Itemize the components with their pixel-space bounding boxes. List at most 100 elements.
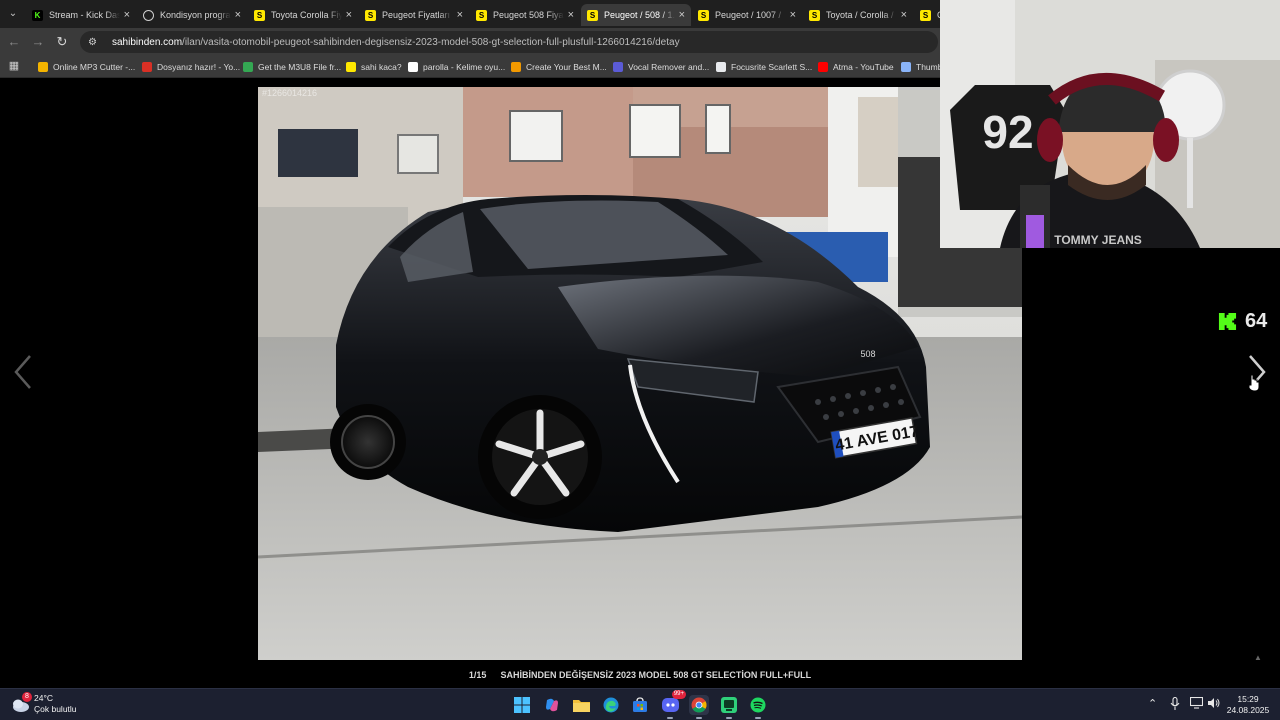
bookmark-favicon-icon: [243, 62, 253, 72]
tray-overflow-icon[interactable]: ⌃: [1148, 697, 1157, 710]
close-tab-icon[interactable]: ×: [457, 9, 463, 21]
sahibinden-icon: S: [809, 9, 820, 21]
tab-title: Toyota Corolla Fiyatları: [271, 10, 342, 20]
tab-title: Peugeot Fiyatları: [382, 10, 451, 20]
browser-tab[interactable]: S Toyota Corolla Fiyatları ×: [248, 4, 358, 26]
close-tab-icon[interactable]: ×: [346, 9, 352, 21]
scroll-up-icon[interactable]: ▲: [1254, 653, 1262, 662]
file-explorer-icon[interactable]: [571, 695, 591, 715]
bookmark-favicon-icon: [613, 62, 623, 72]
tab-search-button[interactable]: ⌄: [4, 5, 22, 23]
bookmark-label: Atma - YouTube: [833, 62, 894, 72]
listing-title: SAHİBİNDEN DEĞİŞENSİZ 2023 MODEL 508 GT …: [500, 670, 812, 680]
tab-title: Toyota / Corolla /: [826, 10, 894, 20]
url-host: sahibinden.com: [112, 36, 183, 48]
apps-grid-icon[interactable]: ▦: [8, 60, 20, 72]
browser-tab[interactable]: K Stream - Kick Dashboard ×: [26, 4, 136, 26]
bookmark-favicon-icon: [346, 62, 356, 72]
browser-tab[interactable]: Kondisyon programı ×: [137, 4, 247, 26]
bookmark-label: Focusrite Scarlett S...: [731, 62, 813, 72]
browser-toolbar: ← → ↻ ⚙ sahibinden.com/ilan/vasita-otomo…: [0, 28, 940, 56]
close-tab-icon[interactable]: ×: [679, 9, 685, 21]
bookmark-item[interactable]: Create Your Best M...: [511, 60, 607, 74]
system-clock[interactable]: 15:29 24.08.2025: [1222, 694, 1274, 716]
streamer-webcam-image: 92 TOMMY JEANS: [940, 0, 1280, 248]
back-button[interactable]: ←: [6, 34, 22, 50]
windows-start-icon[interactable]: [512, 695, 532, 715]
reload-button[interactable]: ↻: [54, 34, 70, 50]
bookmark-label: parolla - Kelime oyu...: [423, 62, 506, 72]
bookmark-item[interactable]: Vocal Remover and...: [613, 60, 709, 74]
sahibinden-icon: S: [254, 9, 265, 21]
viewer-count: 64: [1245, 309, 1268, 332]
close-tab-icon[interactable]: ×: [235, 9, 241, 21]
bookmark-item[interactable]: Online MP3 Cutter -...: [38, 60, 135, 74]
bookmark-item[interactable]: Thumb: [901, 60, 942, 74]
bookmark-favicon-icon: [38, 62, 48, 72]
discord-badge: 99+: [671, 690, 686, 699]
mouse-cursor-icon: [1248, 374, 1260, 397]
chrome-icon[interactable]: [689, 695, 709, 719]
close-tab-icon[interactable]: ×: [901, 9, 907, 21]
bookmark-favicon-icon: [901, 62, 911, 72]
bookmark-item[interactable]: Dosyanız hazır! - Yo...: [142, 60, 240, 74]
bookmark-label: Online MP3 Cutter -...: [53, 62, 136, 72]
car-photo[interactable]: 41 AVE 017 508: [258, 87, 1022, 660]
windows-taskbar: 8 24°C Çok bulutlu 99+ ⌃ 15:29 24.08.202…: [0, 688, 1280, 720]
globe-icon: [143, 9, 154, 21]
tab-title: Peugeot 508 Fiyatları: [493, 10, 564, 20]
browser-tab[interactable]: S Peugeot 508 Fiyatları ×: [470, 4, 580, 26]
clock-time: 15:29: [1237, 694, 1259, 704]
address-bar[interactable]: ⚙ sahibinden.com/ilan/vasita-otomobil-pe…: [80, 31, 938, 53]
edge-icon[interactable]: [601, 695, 621, 715]
browser-tab[interactable]: S Peugeot Fiyatları ×: [359, 4, 469, 26]
kick-app-icon[interactable]: [719, 695, 739, 719]
bookmark-label: Dosyanız hazır! - Yo...: [157, 62, 241, 72]
browser-tab[interactable]: S Peugeot / 1007 / ×: [692, 4, 802, 26]
site-info-icon[interactable]: ⚙: [88, 37, 100, 48]
bookmark-item[interactable]: sahi kaca?: [346, 60, 402, 74]
bookmarks-bar: ▦ Online MP3 Cutter -... Dosyanız hazır! …: [0, 56, 942, 78]
microsoft-store-icon[interactable]: [630, 695, 650, 715]
bookmark-item[interactable]: Get the M3U8 File fr...: [243, 60, 341, 74]
cloud-icon: 8: [10, 692, 32, 714]
browser-tab[interactable]: S Toyota / Corolla / ×: [803, 4, 913, 26]
forward-button[interactable]: →: [30, 34, 46, 50]
microphone-icon[interactable]: [1170, 696, 1180, 714]
tab-title: Peugeot / 1007 /: [715, 10, 782, 20]
sahibinden-icon: S: [365, 9, 376, 21]
discord-icon[interactable]: 99+: [660, 690, 686, 719]
sahibinden-icon: S: [920, 9, 931, 21]
close-tab-icon[interactable]: ×: [790, 9, 796, 21]
bookmark-item[interactable]: Focusrite Scarlett S...: [716, 60, 812, 74]
bookmark-favicon-icon: [716, 62, 726, 72]
model-badge-text: 508: [860, 349, 875, 359]
tab-title: Stream - Kick Dashboard: [49, 10, 120, 20]
bookmark-favicon-icon: [511, 62, 521, 72]
url-path: /ilan/vasita-otomobil-peugeot-sahibinden…: [182, 36, 680, 48]
previous-photo-button[interactable]: [12, 352, 36, 392]
car-photo-illustration: 41 AVE 017 508: [258, 87, 1022, 660]
weather-temperature: 24°C: [34, 693, 53, 703]
bookmark-label: sahi kaca?: [361, 62, 402, 72]
spotify-icon[interactable]: [748, 695, 768, 719]
kick-icon: K: [32, 9, 43, 21]
bookmark-label: Thumb: [916, 62, 943, 72]
browser-tab[interactable]: S Peugeot / 508 / 1.5 ×: [581, 4, 691, 26]
volume-icon[interactable]: [1207, 697, 1221, 712]
network-icon[interactable]: [1189, 696, 1204, 712]
weather-widget[interactable]: 8 24°C Çok bulutlu: [10, 692, 77, 715]
kick-viewer-counter: 64: [1218, 310, 1267, 332]
bookmark-favicon-icon: [408, 62, 418, 72]
close-tab-icon[interactable]: ×: [124, 9, 130, 21]
bookmark-item[interactable]: parolla - Kelime oyu...: [408, 60, 505, 74]
bookmark-label: Get the M3U8 File fr...: [258, 62, 342, 72]
photo-listing-id: #1266014216: [262, 88, 318, 98]
bookmark-favicon-icon: [142, 62, 152, 72]
bookmark-item[interactable]: Atma - YouTube: [818, 60, 894, 74]
sahibinden-icon: S: [476, 9, 487, 21]
close-tab-icon[interactable]: ×: [568, 9, 574, 21]
bookmark-favicon-icon: [818, 62, 828, 72]
bookmark-label: Vocal Remover and...: [628, 62, 710, 72]
copilot-icon[interactable]: [542, 695, 562, 715]
